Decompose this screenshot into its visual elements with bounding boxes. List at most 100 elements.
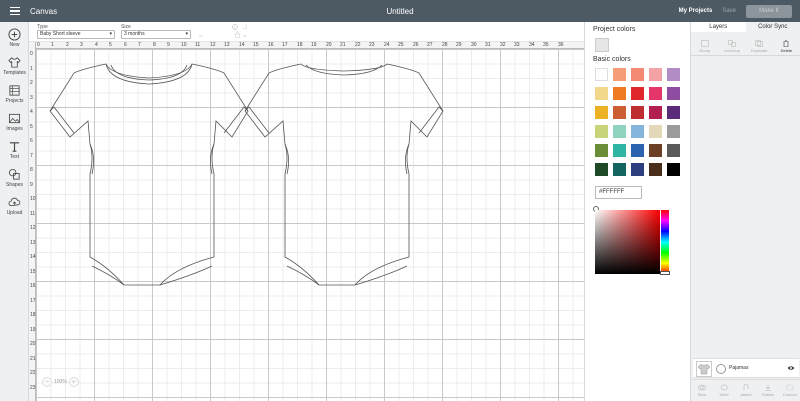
color-swatch[interactable] [595,87,608,100]
ruler-h-13: 13 [224,42,230,48]
onesie-templates[interactable] [36,49,584,401]
size-select[interactable]: 3 months ▾ [121,30,191,39]
slice-label: Slice [697,392,707,397]
tool-label: Images [6,126,23,132]
color-swatch[interactable] [613,163,626,176]
tool-upload[interactable]: Upload [0,192,29,220]
color-swatch[interactable] [631,87,644,100]
type-select[interactable]: Baby Short sleeve ▾ [37,30,115,39]
ruler-h-35: 35 [543,42,549,48]
color-swatch[interactable] [649,144,662,157]
color-swatch[interactable] [649,125,662,138]
image-icon [8,113,21,124]
color-swatch[interactable] [649,68,662,81]
color-swatch[interactable] [631,68,644,81]
layer-color-circle[interactable] [716,364,726,374]
tool-shapes[interactable]: Shapes [0,164,29,192]
ruler-h-19: 19 [311,42,317,48]
color-swatch[interactable] [667,106,680,119]
color-swatch[interactable] [613,144,626,157]
layer-name: Pajamas [729,365,749,371]
color-swatch[interactable] [649,87,662,100]
color-swatch[interactable] [631,163,644,176]
layer-actions: Group UnGroup Duplicate Delete [691,32,800,56]
ruler-h-32: 32 [500,42,506,48]
ruler-v-14: 14 [30,254,36,260]
design-canvas[interactable] [36,49,584,401]
ruler-v-22: 22 [30,370,36,376]
my-projects-button[interactable]: My Projects [679,8,713,14]
plus-circle-icon [8,28,21,41]
weld-button[interactable]: Weld [713,384,735,397]
delete-button[interactable]: Delete [773,40,800,53]
app-title: Canvas [30,6,58,16]
color-swatch[interactable] [667,144,680,157]
tool-templates[interactable]: Templates [0,52,29,80]
vertical-ruler: 0 1 2 3 4 5 6 7 8 9 10 11 12 13 14 15 16… [29,42,36,401]
ruler-v-23: 23 [30,385,36,391]
ruler-v-6: 6 [30,138,33,144]
layer-item[interactable]: Pajamas [693,358,799,378]
slice-button[interactable]: Slice [691,384,713,397]
duplicate-button[interactable]: Duplicate [746,40,773,53]
ruler-h-33: 33 [514,42,520,48]
color-swatch[interactable] [667,87,680,100]
ruler-h-29: 29 [456,42,462,48]
hue-slider[interactable] [661,210,669,274]
color-swatch[interactable] [667,125,680,138]
duplicate-icon [755,40,763,47]
color-swatch[interactable] [667,163,680,176]
make-it-button[interactable]: Make It [746,4,792,18]
ruler-v-5: 5 [30,124,33,130]
tab-color-sync[interactable]: Color Sync [746,22,800,32]
contour-button[interactable]: Contour [779,384,800,397]
hue-slider-handle[interactable] [660,271,670,275]
size-value: 3 months [124,31,145,37]
color-swatch[interactable] [631,106,644,119]
flatten-button[interactable]: Flatten [757,384,779,397]
color-swatch[interactable] [595,68,608,81]
group-button[interactable]: Group [691,40,718,53]
eye-icon[interactable] [787,365,795,371]
color-swatch[interactable] [613,68,626,81]
tool-projects[interactable]: Projects [0,80,29,108]
save-button[interactable]: Save [722,8,736,14]
ruler-v-7: 7 [30,153,33,159]
tool-label: Templates [3,70,26,76]
ruler-h-22: 22 [355,42,361,48]
color-swatch[interactable] [649,163,662,176]
ruler-h-0: 0 [37,42,40,48]
color-swatch[interactable] [631,144,644,157]
menu-icon[interactable] [0,0,30,22]
color-swatch[interactable] [595,144,608,157]
color-swatch[interactable] [613,87,626,100]
contour-label: Contour [782,392,798,397]
tool-images[interactable]: Images [0,108,29,136]
ungroup-button[interactable]: UnGroup [718,40,745,53]
color-swatch[interactable] [595,125,608,138]
zoom-control: − 100% + [42,376,79,388]
attach-button[interactable]: Attach [735,384,757,397]
zoom-in-button[interactable]: + [68,377,79,387]
color-swatch[interactable] [667,68,680,81]
color-swatch[interactable] [649,106,662,119]
tool-new[interactable]: New [0,24,29,52]
ruler-v-0: 0 [30,51,33,57]
color-swatch[interactable] [613,125,626,138]
info-icon[interactable] [232,24,238,30]
color-swatch[interactable] [613,106,626,119]
hex-color-input[interactable]: #FFFFFF [595,186,642,199]
tool-label: Shapes [6,182,23,188]
color-swatch[interactable] [631,125,644,138]
color-swatch[interactable] [595,163,608,176]
project-colors-title: Project colors [593,26,636,33]
tab-layers[interactable]: Layers [691,22,746,32]
zoom-out-button[interactable]: − [42,377,52,387]
projects-icon [9,85,20,96]
delete-label: Delete [780,48,793,53]
project-color-swatch[interactable] [595,38,609,52]
weld-label: Weld [719,392,729,397]
tool-text[interactable]: Text [0,136,29,164]
color-swatch[interactable] [595,106,608,119]
color-picker-field[interactable] [595,210,660,274]
